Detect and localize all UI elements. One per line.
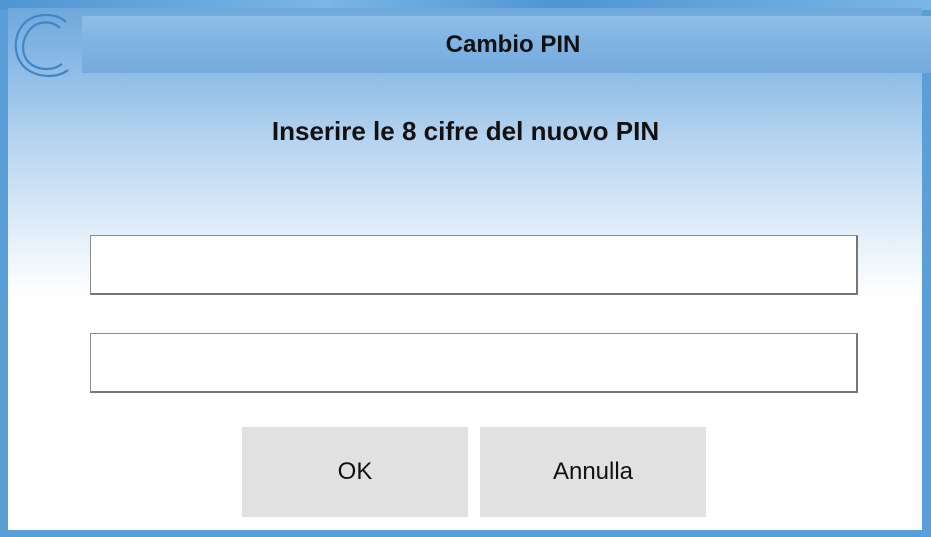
ok-button-label: OK: [337, 458, 373, 485]
c-logo-icon: [8, 8, 80, 84]
change-pin-dialog: Cambio PIN Inserire le 8 cifre del nuovo…: [8, 8, 931, 530]
ok-button[interactable]: OK: [242, 427, 468, 517]
new-pin-field[interactable]: [90, 235, 858, 295]
cancel-button[interactable]: Annulla: [480, 427, 706, 517]
pin-instruction: Inserire le 8 cifre del nuovo PIN: [271, 116, 660, 146]
confirm-pin-field[interactable]: [90, 333, 858, 393]
cancel-button-label: Annulla: [552, 458, 634, 485]
dialog-title: Cambio PIN: [445, 30, 581, 58]
dialog-title-bar[interactable]: Cambio PIN: [82, 16, 931, 73]
